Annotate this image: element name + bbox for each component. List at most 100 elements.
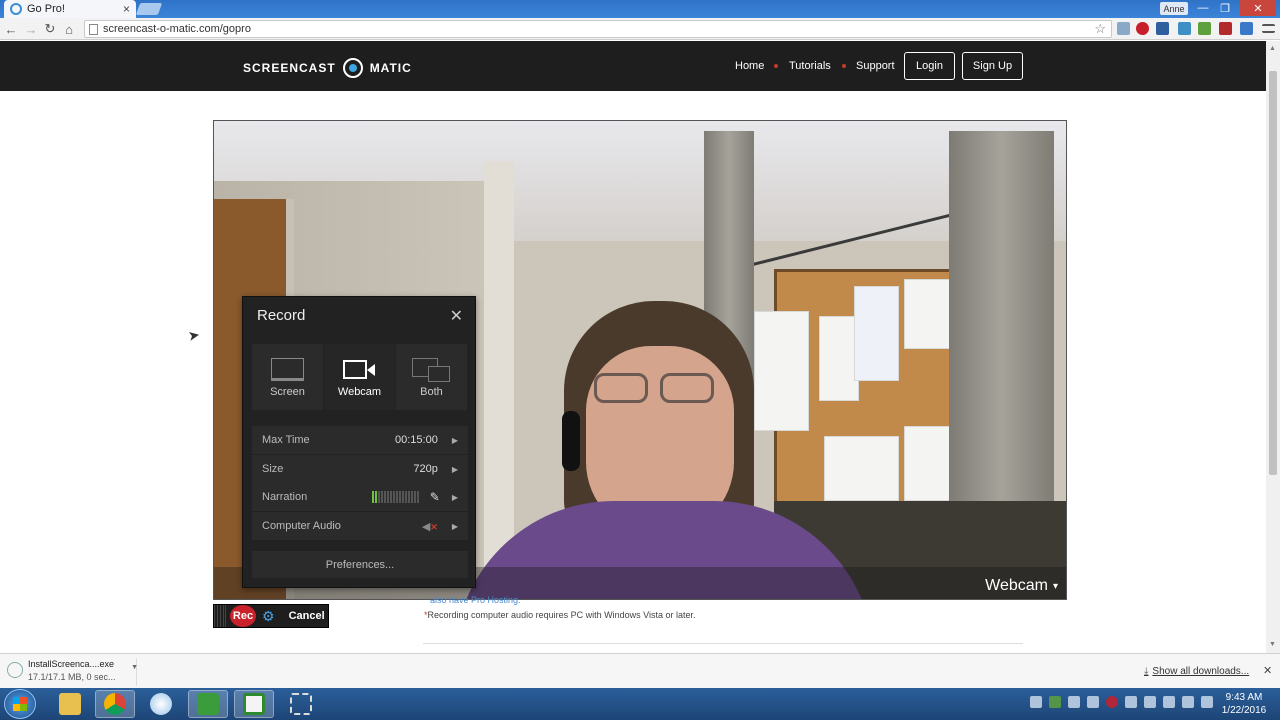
narration-option[interactable]: Narration ✎ ▶ xyxy=(252,483,468,511)
page-scrollbar[interactable]: ▲ ▼ xyxy=(1266,41,1280,653)
recorder-control-bar: Rec ⚙ Cancel xyxy=(213,604,329,628)
nav-separator xyxy=(774,64,778,68)
browser-user-chip[interactable]: Anne xyxy=(1160,2,1188,15)
chevron-down-icon: ▾ xyxy=(1052,580,1058,592)
pro-hosting-note[interactable]: also have Pro Hosting. xyxy=(430,595,521,605)
mouse-cursor-icon: ➤ xyxy=(186,326,201,344)
meter-bar xyxy=(416,491,419,503)
record-panel-title: Record xyxy=(257,307,306,324)
windows-logo-icon xyxy=(13,697,27,711)
narration-label: Narration xyxy=(262,491,308,503)
flag-icon[interactable] xyxy=(1125,696,1137,708)
downloads-close-icon[interactable]: ✕ xyxy=(1263,664,1272,677)
chevron-down-icon[interactable]: ▼ xyxy=(131,664,138,671)
new-tab-button[interactable] xyxy=(135,3,163,15)
webcam-icon xyxy=(343,358,376,381)
scrollbar-thumb[interactable] xyxy=(1269,71,1277,475)
blue-extension-icon[interactable] xyxy=(1240,22,1253,35)
camtasia-recorder-icon[interactable] xyxy=(234,690,274,718)
snipping-icon[interactable] xyxy=(281,690,321,718)
mode-webcam[interactable]: Webcam xyxy=(324,344,395,410)
system-tray xyxy=(1030,696,1220,708)
browser-tab-bar: Go Pro! × Anne — ❐ ✕ xyxy=(0,0,1280,18)
computer-audio-label: Computer Audio xyxy=(262,520,341,532)
address-bar[interactable]: screencast-o-matic.com/gopro ☆ xyxy=(84,20,1112,38)
preferences-button[interactable]: Preferences... xyxy=(252,551,468,578)
webcam-source-dropdown[interactable]: Webcam ▾ xyxy=(985,577,1058,595)
opera-extension-icon[interactable] xyxy=(1136,22,1149,35)
narration-level-meter xyxy=(371,491,420,503)
chevron-right-icon: ▶ xyxy=(451,435,458,445)
minimize-icon[interactable]: — xyxy=(1192,0,1214,16)
v-extension-icon[interactable] xyxy=(1178,22,1191,35)
bookmark-star-icon[interactable]: ☆ xyxy=(1094,21,1106,37)
bluetooth-icon[interactable] xyxy=(1087,696,1099,708)
start-button[interactable] xyxy=(4,689,36,719)
nav-home-link[interactable]: Home xyxy=(735,60,764,72)
camtasia-icon[interactable] xyxy=(188,690,228,718)
meter-bar xyxy=(386,491,389,503)
record-panel: Record ✕ Screen Webcam Both Max Time 00:… xyxy=(242,296,476,588)
volume-icon[interactable] xyxy=(1163,696,1175,708)
screen-extension-icon[interactable] xyxy=(1156,22,1169,35)
maximize-icon[interactable]: ❐ xyxy=(1214,0,1236,16)
mode-screen[interactable]: Screen xyxy=(252,344,323,410)
download-item[interactable]: InstallScreenca....exe 17.1/17.1 MB, 0 s… xyxy=(3,658,138,686)
meter-bar xyxy=(371,491,374,503)
mode-both[interactable]: Both xyxy=(396,344,467,410)
logo-dot-icon xyxy=(342,58,363,78)
browser-tab[interactable]: Go Pro! × xyxy=(4,0,136,18)
show-all-downloads-text: Show all downloads... xyxy=(1152,666,1250,677)
tray-app-icon[interactable] xyxy=(1068,696,1080,708)
divider xyxy=(423,643,1023,644)
home-icon[interactable]: ⌂ xyxy=(61,21,77,37)
login-button[interactable]: Login xyxy=(904,52,955,80)
extension-icon[interactable] xyxy=(1117,22,1130,35)
scroll-up-icon[interactable]: ▲ xyxy=(1269,45,1276,52)
meter-bar xyxy=(380,491,383,503)
show-all-downloads-link[interactable]: ⤓ Show all downloads... xyxy=(1144,666,1249,677)
close-icon[interactable]: ✕ xyxy=(450,306,463,326)
menu-icon[interactable] xyxy=(1262,24,1275,33)
system-clock[interactable]: 9:43 AM 1/22/2016 xyxy=(1216,691,1272,717)
meter-bar xyxy=(410,491,413,503)
drag-handle[interactable] xyxy=(214,605,226,627)
browser-toolbar: ← → ↻ ⌂ screencast-o-matic.com/gopro ☆ xyxy=(0,18,1280,40)
signup-button[interactable]: Sign Up xyxy=(962,52,1023,80)
tray-app-icon[interactable] xyxy=(1049,696,1061,708)
site-logo[interactable]: SCREENCAST MATIC xyxy=(243,58,412,78)
itunes-icon[interactable] xyxy=(141,690,181,718)
tab-close-icon[interactable]: × xyxy=(123,2,130,16)
chrome-icon[interactable] xyxy=(95,690,135,718)
power-icon[interactable] xyxy=(1182,696,1194,708)
forward-arrow-icon[interactable]: → xyxy=(23,21,39,37)
rec-button[interactable]: Rec xyxy=(230,605,256,627)
download-file-name: InstallScreenca....exe xyxy=(28,659,115,669)
clock-time: 9:43 AM xyxy=(1225,692,1263,703)
network-icon[interactable] xyxy=(1144,696,1156,708)
site-favicon-icon xyxy=(10,3,22,15)
size-option[interactable]: Size 720p ▶ xyxy=(252,455,468,483)
opera-icon[interactable] xyxy=(1106,696,1118,708)
green-extension-icon[interactable] xyxy=(1198,22,1211,35)
site-header: SCREENCAST MATIC Home Tutorials Support … xyxy=(0,41,1266,91)
scroll-down-icon[interactable]: ▼ xyxy=(1269,641,1276,648)
nav-support-link[interactable]: Support xyxy=(856,60,895,72)
back-arrow-icon[interactable]: ← xyxy=(3,21,19,37)
meter-bar xyxy=(383,491,386,503)
gear-icon[interactable]: ⚙ xyxy=(262,608,275,625)
both-icon xyxy=(411,358,452,384)
folder-icon[interactable] xyxy=(50,690,90,718)
max-time-option[interactable]: Max Time 00:15:00 ▶ xyxy=(252,426,468,454)
window-close-icon[interactable]: ✕ xyxy=(1240,0,1276,16)
computer-audio-option[interactable]: Computer Audio ◀✕ ▶ xyxy=(252,512,468,540)
reload-icon[interactable]: ↻ xyxy=(42,21,58,37)
signal-icon[interactable] xyxy=(1201,696,1213,708)
download-file-meta: 17.1/17.1 MB, 0 sec... xyxy=(28,672,116,682)
onedrive-icon[interactable] xyxy=(1030,696,1042,708)
cancel-button[interactable]: Cancel xyxy=(289,610,325,622)
meter-bar xyxy=(389,491,392,503)
nav-tutorials-link[interactable]: Tutorials xyxy=(789,60,831,72)
pdf-extension-icon[interactable] xyxy=(1219,22,1232,35)
meter-bar xyxy=(377,491,380,503)
